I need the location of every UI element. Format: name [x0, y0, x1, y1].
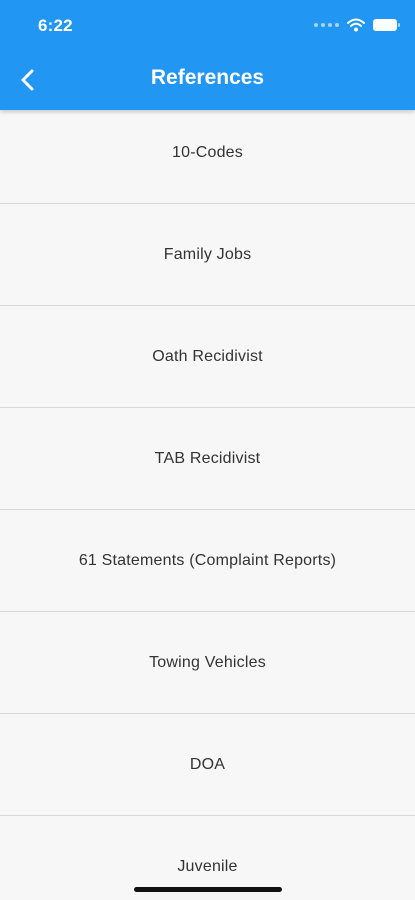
- reference-item-doa[interactable]: DOA: [0, 714, 415, 816]
- wifi-icon: [347, 18, 365, 32]
- reference-item-tab-recidivist[interactable]: TAB Recidivist: [0, 408, 415, 510]
- references-screen: 6:22 References 10-Codes Family Jobs Oat…: [0, 0, 415, 900]
- reference-item-family-jobs[interactable]: Family Jobs: [0, 204, 415, 306]
- reference-item-label: Juvenile: [177, 857, 238, 875]
- status-icons: [314, 18, 400, 32]
- home-indicator[interactable]: [134, 887, 282, 892]
- battery-icon: [373, 19, 400, 31]
- references-list: 10-Codes Family Jobs Oath Recidivist TAB…: [0, 102, 415, 900]
- reference-item-label: DOA: [189, 755, 226, 773]
- reference-item-towing-vehicles[interactable]: Towing Vehicles: [0, 612, 415, 714]
- reference-item-61-statements[interactable]: 61 Statements (Complaint Reports): [0, 510, 415, 612]
- app-bar: 6:22 References: [0, 0, 415, 110]
- reference-item-label: Oath Recidivist: [152, 347, 263, 365]
- reference-item-label: 61 Statements (Complaint Reports): [78, 551, 337, 569]
- reference-item-label: Towing Vehicles: [149, 653, 266, 671]
- reference-item-10-codes[interactable]: 10-Codes: [0, 102, 415, 204]
- page-title: References: [150, 66, 265, 89]
- reference-item-label: Family Jobs: [163, 245, 252, 263]
- reference-item-label: 10-Codes: [172, 143, 243, 161]
- status-time: 6:22: [38, 16, 73, 35]
- reference-item-oath-recidivist[interactable]: Oath Recidivist: [0, 306, 415, 408]
- signal-dots-icon: [314, 23, 339, 27]
- reference-item-label: TAB Recidivist: [154, 449, 261, 467]
